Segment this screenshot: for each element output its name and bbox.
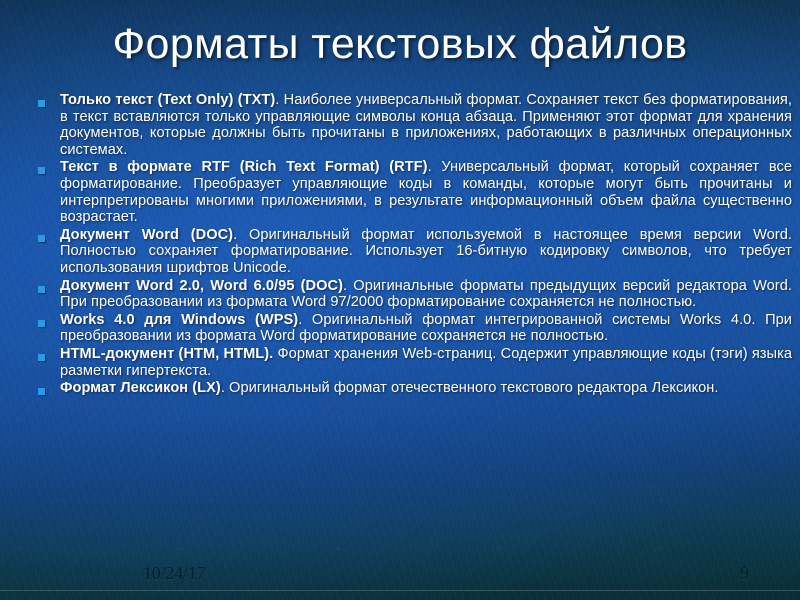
list-item-term: Works 4.0 для Windows (WPS) bbox=[60, 311, 299, 328]
square-bullet-icon bbox=[38, 353, 45, 361]
square-bullet-icon bbox=[38, 100, 45, 107]
list-item-text: Документ Word 2.0, Word 6.0/95 (DOC). Ор… bbox=[60, 278, 792, 311]
list-item-text: Формат Лексикон (LX). Оригинальный форма… bbox=[60, 380, 792, 397]
square-bullet-icon bbox=[38, 319, 45, 327]
list-item-term: Текст в формате RTF (Rich Text Format) (… bbox=[60, 159, 428, 176]
list-item: Только текст (Text Only) (TXT). Наиболее… bbox=[38, 92, 792, 158]
list-item-term: Документ Word 2.0, Word 6.0/95 (DOC) bbox=[60, 277, 344, 294]
square-bullet-icon bbox=[38, 234, 45, 242]
bullet-list: Только текст (Text Only) (TXT). Наиболее… bbox=[38, 92, 792, 398]
list-item-text: Документ Word (DOC). Оригинальный формат… bbox=[60, 227, 792, 277]
presentation-slide: Форматы текстовых файлов Только текст (T… bbox=[0, 0, 800, 600]
list-item: Текст в формате RTF (Rich Text Format) (… bbox=[38, 159, 792, 225]
list-item-text: Works 4.0 для Windows (WPS). Оригинальны… bbox=[60, 312, 792, 345]
list-item-body: . Оригинальный формат отечественного тек… bbox=[220, 380, 719, 397]
list-item: HTML-документ (HTM, HTML). Формат хранен… bbox=[38, 346, 792, 379]
list-item: Формат Лексикон (LX). Оригинальный форма… bbox=[38, 380, 792, 397]
list-item-term: Только текст (Text Only) (TXT) bbox=[60, 92, 276, 108]
list-item-text: HTML-документ (HTM, HTML). Формат хранен… bbox=[60, 346, 792, 379]
list-item-term: HTML-документ (HTM, HTML). bbox=[60, 345, 274, 362]
page-title: Форматы текстовых файлов bbox=[112, 20, 688, 68]
square-bullet-icon bbox=[38, 285, 45, 293]
square-bullet-icon bbox=[38, 388, 45, 396]
square-bullet-icon bbox=[38, 167, 45, 175]
footer-page-number: 9 bbox=[740, 563, 749, 583]
list-item-term: Документ Word (DOC) bbox=[60, 226, 234, 243]
list-item: Документ Word 2.0, Word 6.0/95 (DOC). Ор… bbox=[38, 278, 792, 311]
list-item-term: Формат Лексикон (LX) bbox=[60, 380, 221, 397]
list-item-text: Только текст (Text Only) (TXT). Наиболее… bbox=[60, 92, 792, 158]
list-item-text: Текст в формате RTF (Rich Text Format) (… bbox=[60, 159, 792, 225]
slide-footer: 10/24/17 9 bbox=[0, 556, 800, 600]
list-item: Документ Word (DOC). Оригинальный формат… bbox=[38, 227, 792, 277]
footer-date: 10/24/17 bbox=[143, 563, 206, 583]
footer-divider bbox=[0, 590, 800, 591]
list-item: Works 4.0 для Windows (WPS). Оригинальны… bbox=[38, 312, 792, 345]
